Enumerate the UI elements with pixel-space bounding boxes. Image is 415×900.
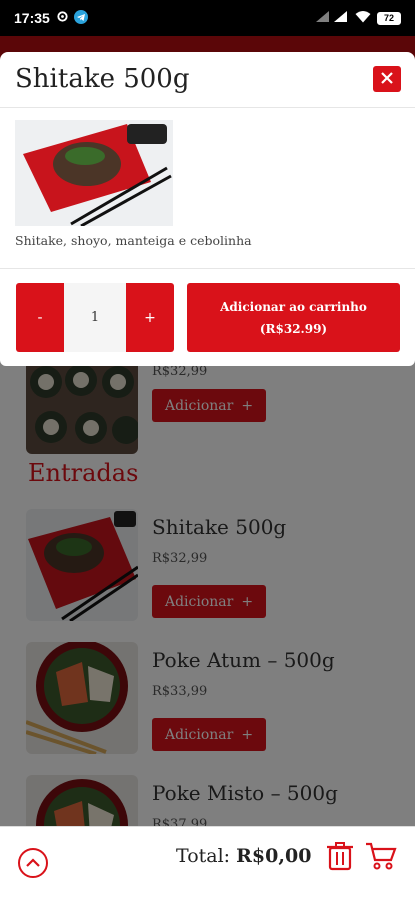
cart-total: Total: R$0,00 — [176, 845, 311, 867]
modal-title: Shitake 500g — [15, 64, 190, 94]
signal-icon — [315, 10, 349, 26]
trash-icon — [326, 842, 354, 875]
quantity-increment-button[interactable]: + — [126, 283, 174, 352]
add-to-cart-button[interactable]: Adicionar ao carrinho (R$32.99) — [187, 283, 400, 352]
settings-icon — [56, 10, 69, 26]
clear-cart-button[interactable] — [326, 841, 354, 871]
product-description: Shitake, shoyo, manteiga e cebolinha — [15, 233, 252, 248]
add-to-cart-label: Adicionar ao carrinho — [220, 299, 367, 314]
total-value: R$0,00 — [236, 845, 312, 867]
status-time: 17:35 — [14, 10, 50, 26]
add-to-cart-price: (R$32.99) — [259, 321, 328, 336]
close-button[interactable] — [373, 66, 401, 92]
cart-button[interactable] — [365, 841, 397, 871]
cart-icon — [365, 842, 397, 875]
chevron-up-icon — [17, 848, 49, 883]
total-label: Total: — [176, 845, 231, 867]
quantity-decrement-button[interactable]: - — [16, 283, 64, 352]
telegram-icon — [73, 9, 88, 27]
product-image — [15, 120, 173, 226]
quantity-input[interactable] — [64, 283, 126, 352]
battery-icon: 72 — [377, 11, 401, 25]
modal-footer: - + Adicionar ao carrinho (R$32.99) — [0, 268, 415, 366]
product-modal: Shitake 500g Shitake, shoyo, manteiga e … — [0, 52, 415, 366]
bottom-bar: Total: R$0,00 — [0, 826, 415, 900]
battery-level: 72 — [383, 13, 394, 23]
status-bar: 17:35 72 — [0, 0, 415, 36]
modal-header: Shitake 500g — [0, 52, 415, 108]
wifi-icon — [355, 10, 371, 26]
close-icon — [380, 70, 394, 89]
scroll-top-button[interactable] — [17, 847, 49, 879]
